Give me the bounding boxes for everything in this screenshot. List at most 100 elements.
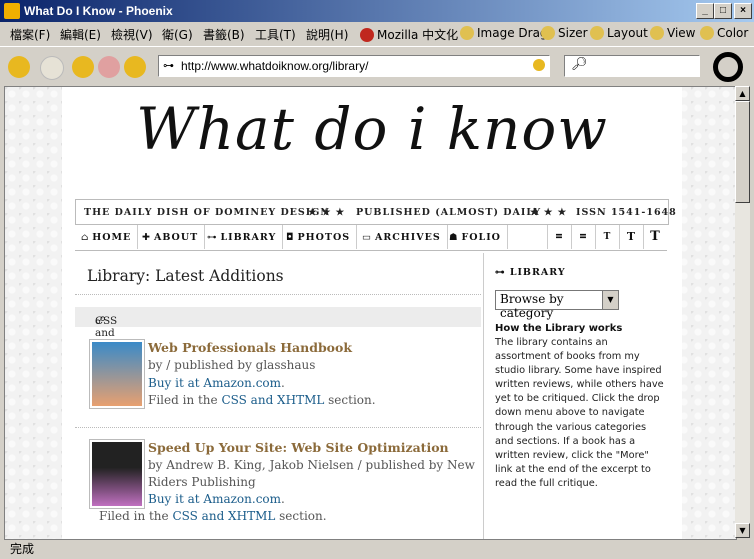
home-icon: ⌂ (81, 232, 90, 243)
category-link[interactable]: CSS and XHTML (221, 393, 324, 407)
color-icon (700, 26, 714, 40)
scroll-down-icon[interactable]: ▼ (735, 523, 750, 538)
book-author: by Andrew B. King, Jakob Nielsen / publi… (148, 458, 475, 472)
strap-stars-2: ★ ★ ★ (530, 207, 568, 218)
book-cover[interactable] (89, 339, 145, 409)
camera-icon: ◘ (286, 232, 295, 243)
ext-sizer[interactable]: Sizer (541, 26, 588, 40)
how-library-works-title: How the Library works (495, 323, 623, 334)
vertical-scrollbar[interactable]: ▲ ▼ (735, 86, 750, 538)
nav-archives[interactable]: ▭ ARCHIVES (356, 225, 448, 249)
menu-file[interactable]: 檔案(F) (10, 26, 50, 43)
address-url: http://www.whatdoiknow.org/library/ (181, 59, 369, 73)
buy-link-row: Buy it at Amazon.com. (148, 376, 285, 390)
menu-tools[interactable]: 工具(T) (255, 26, 296, 43)
category-link[interactable]: CSS and XHTML (172, 509, 275, 523)
text-medium-tool[interactable]: T (619, 225, 643, 249)
maximize-button[interactable]: □ (714, 3, 732, 19)
throbber-icon (713, 52, 743, 82)
how-library-works-text: The library contains an assortment of bo… (495, 337, 664, 489)
sizer-icon (541, 26, 555, 40)
plus-icon: ✚ (142, 232, 151, 243)
scroll-thumb[interactable] (735, 101, 750, 203)
nav-library[interactable]: ⊶ LIBRARY (201, 225, 284, 249)
main-column: Library: Latest Additions ☍CSS and XHTML… (75, 253, 484, 539)
nav-home[interactable]: ⌂ HOME (75, 225, 139, 249)
image-drag-icon (460, 26, 474, 40)
align-justify-tool[interactable]: ≡ (571, 225, 595, 249)
text-small-tool[interactable]: T (595, 225, 619, 249)
search-icon: 🔎︎ (571, 57, 588, 72)
buy-amazon-link[interactable]: Buy it at Amazon.com (148, 492, 281, 506)
ext-layout[interactable]: Layout (590, 26, 648, 40)
menu-help[interactable]: 說明(H) (306, 26, 348, 43)
forward-arrow-icon[interactable] (40, 56, 64, 80)
back-arrow-icon[interactable] (8, 56, 30, 78)
key-icon: ⊶ (495, 267, 510, 278)
align-left-tool[interactable]: ≡ (547, 225, 571, 249)
page-icon: ⊶ (163, 60, 174, 72)
ext-view[interactable]: View (650, 26, 695, 40)
layout-icon (590, 26, 604, 40)
ext-mozilla-chinese[interactable]: Mozilla 中文化 (360, 26, 458, 43)
folio-icon: ☗ (449, 232, 459, 243)
book-filed: Filed in the CSS and XHTML section. (99, 509, 327, 523)
book-cover[interactable] (89, 439, 145, 509)
nav-folio[interactable]: ☗ FOLIO (443, 225, 508, 249)
text-large-tool[interactable]: T (643, 225, 667, 249)
buy-amazon-link[interactable]: Buy it at Amazon.com (148, 376, 281, 390)
status-bar: 完成 (0, 538, 754, 559)
site-strapline: THE DAILY DISH OF DOMINEY DESIGN ★ ★ ★ P… (75, 199, 676, 225)
close-button[interactable]: × (734, 3, 752, 19)
strap-issn: ISSN 1541-1648 (576, 207, 677, 218)
address-bar[interactable]: ⊶ http://www.whatdoiknow.org/library/ (158, 55, 550, 77)
strap-stars-1: ★ ★ ★ (308, 207, 346, 218)
book-item: Speed Up Your Site: Web Site Optimizatio… (75, 437, 481, 537)
strap-tagline: THE DAILY DISH OF DOMINEY DESIGN (84, 207, 331, 218)
category-select[interactable]: Browse by category ▼ (495, 290, 619, 320)
menu-view[interactable]: 檢視(V) (111, 26, 153, 43)
window-title: What Do I Know - Phoenix (24, 4, 173, 18)
title-bar: What Do I Know - Phoenix _ □ × (0, 0, 754, 22)
menu-bar: 檔案(F) 編輯(E) 檢視(V) 衛(G) 書籤(B) 工具(T) 說明(H)… (0, 22, 754, 44)
search-input[interactable]: 🔎︎ (564, 55, 700, 77)
menu-edit[interactable]: 編輯(E) (60, 26, 101, 43)
book-filed: Filed in the CSS and XHTML section. (148, 393, 376, 407)
dropdown-icon[interactable] (533, 59, 545, 71)
chevron-down-icon[interactable]: ▼ (602, 291, 618, 309)
scroll-up-icon[interactable]: ▲ (735, 86, 750, 101)
content-viewport: What do i know THE DAILY DISH OF DOMINEY… (4, 86, 737, 540)
mozilla-icon (360, 28, 374, 42)
site-nav: ⌂ HOME ✚ ABOUT ⊶ LIBRARY ◘ PHOTOS ▭ ARCHIVES … (75, 225, 667, 251)
reload-icon[interactable] (72, 56, 94, 78)
ext-color[interactable]: Color (700, 26, 748, 40)
nav-photos[interactable]: ◘ PHOTOS (280, 225, 358, 249)
site-logo[interactable]: What do i know (62, 95, 682, 163)
strap-published: PUBLISHED (ALMOST) DAILY (356, 207, 542, 218)
menu-go[interactable]: 衛(G) (162, 26, 193, 43)
sidebar-heading: ⊶ LIBRARY (495, 267, 566, 278)
book-publisher: Riders Publishing (148, 475, 256, 489)
divider (75, 294, 481, 296)
minimize-button[interactable]: _ (696, 3, 714, 19)
folder-icon: ▭ (362, 232, 372, 243)
divider (75, 427, 481, 428)
web-page: What do i know THE DAILY DISH OF DOMINEY… (62, 87, 682, 539)
section-header: ☍CSS and XHTML (75, 307, 481, 351)
view-icon (650, 26, 664, 40)
ext-image-drag[interactable]: Image Drag (460, 26, 548, 40)
book-item: Web Professionals Handbook by / publishe… (75, 337, 481, 427)
home-icon[interactable] (124, 56, 146, 78)
book-title[interactable]: Speed Up Your Site: Web Site Optimizatio… (148, 439, 449, 456)
menu-bookmarks[interactable]: 書籤(B) (203, 26, 245, 43)
status-text: 完成 (10, 542, 35, 556)
key-icon: ⊶ (207, 232, 218, 243)
book-title[interactable]: Web Professionals Handbook (148, 339, 352, 356)
buy-link-row: Buy it at Amazon.com. (148, 492, 285, 506)
sidebar: ⊶ LIBRARY Browse by category ▼ How the L… (485, 253, 667, 539)
page-title: Library: Latest Additions (87, 267, 284, 285)
stop-icon[interactable] (98, 56, 120, 78)
app-icon (4, 3, 20, 19)
nav-about[interactable]: ✚ ABOUT (136, 225, 206, 249)
book-author: by / published by glasshaus (148, 358, 316, 372)
